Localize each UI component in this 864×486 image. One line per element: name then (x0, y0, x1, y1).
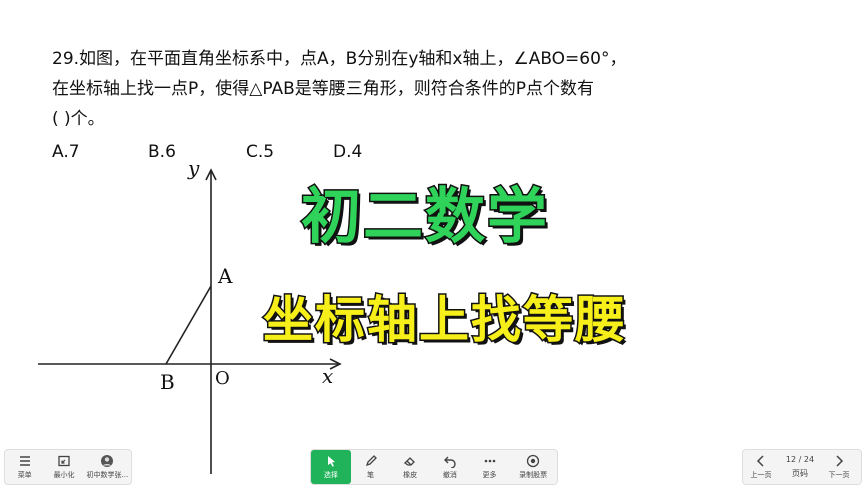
chevron-left-icon (756, 455, 764, 467)
menu-icon (19, 456, 30, 466)
pen-tool-button[interactable]: 笔 (351, 450, 391, 484)
x-axis-label: x (322, 364, 334, 388)
minimize-icon (58, 455, 70, 467)
avatar-icon (101, 455, 114, 467)
more-button-label: 更多 (482, 471, 497, 479)
y-axis-label: y (188, 156, 200, 180)
record-button[interactable]: 录制股票 (509, 450, 557, 484)
menu-button-label: 菜单 (17, 471, 32, 479)
eraser-tool-label: 橡皮 (403, 471, 418, 479)
more-icon (484, 459, 495, 463)
overlay-subtitle: 坐标轴上找等腰 (262, 290, 627, 351)
page-indicator-label: 页码 (792, 469, 808, 478)
undo-button[interactable]: 撤消 (430, 450, 470, 484)
segment-ab (165, 285, 212, 365)
next-page-label: 下一页 (828, 471, 850, 479)
cursor-icon (327, 456, 335, 467)
more-button[interactable]: 更多 (470, 450, 510, 484)
minimize-button[interactable]: 最小化 (44, 450, 83, 484)
right-toolbar: 上一页 12 / 24 页码 下一页 (742, 449, 862, 485)
undo-button-label: 撤消 (442, 471, 457, 479)
prev-page-button[interactable]: 上一页 (743, 450, 779, 484)
app-button-label: 初中数学张... (86, 471, 129, 479)
page-number: 12 / 24 (785, 455, 815, 464)
app-button[interactable]: 初中数学张... (84, 450, 131, 484)
center-toolbar: 选择 笔 橡皮 撤消 更多 录制股票 (310, 449, 558, 485)
menu-button[interactable]: 菜单 (5, 450, 44, 484)
chevron-right-icon (836, 455, 844, 467)
eraser-icon (404, 457, 416, 466)
minimize-button-label: 最小化 (53, 471, 75, 479)
record-button-label: 录制股票 (519, 471, 548, 479)
next-page-button[interactable]: 下一页 (821, 450, 857, 484)
undo-icon (443, 456, 456, 468)
record-icon (527, 454, 540, 468)
origin-label: O (215, 368, 230, 389)
pen-icon (365, 455, 377, 467)
overlay-title: 初二数学 (300, 181, 549, 254)
left-toolbar: 菜单 最小化 初中数学张... (4, 449, 132, 485)
point-b-label: B (160, 370, 175, 394)
page-indicator[interactable]: 12 / 24 页码 (779, 450, 821, 484)
eraser-tool-button[interactable]: 橡皮 (390, 450, 430, 484)
pen-tool-label: 笔 (367, 471, 374, 479)
prev-page-label: 上一页 (750, 471, 772, 479)
select-tool-button[interactable]: 选择 (311, 450, 351, 484)
select-tool-label: 选择 (323, 471, 338, 479)
